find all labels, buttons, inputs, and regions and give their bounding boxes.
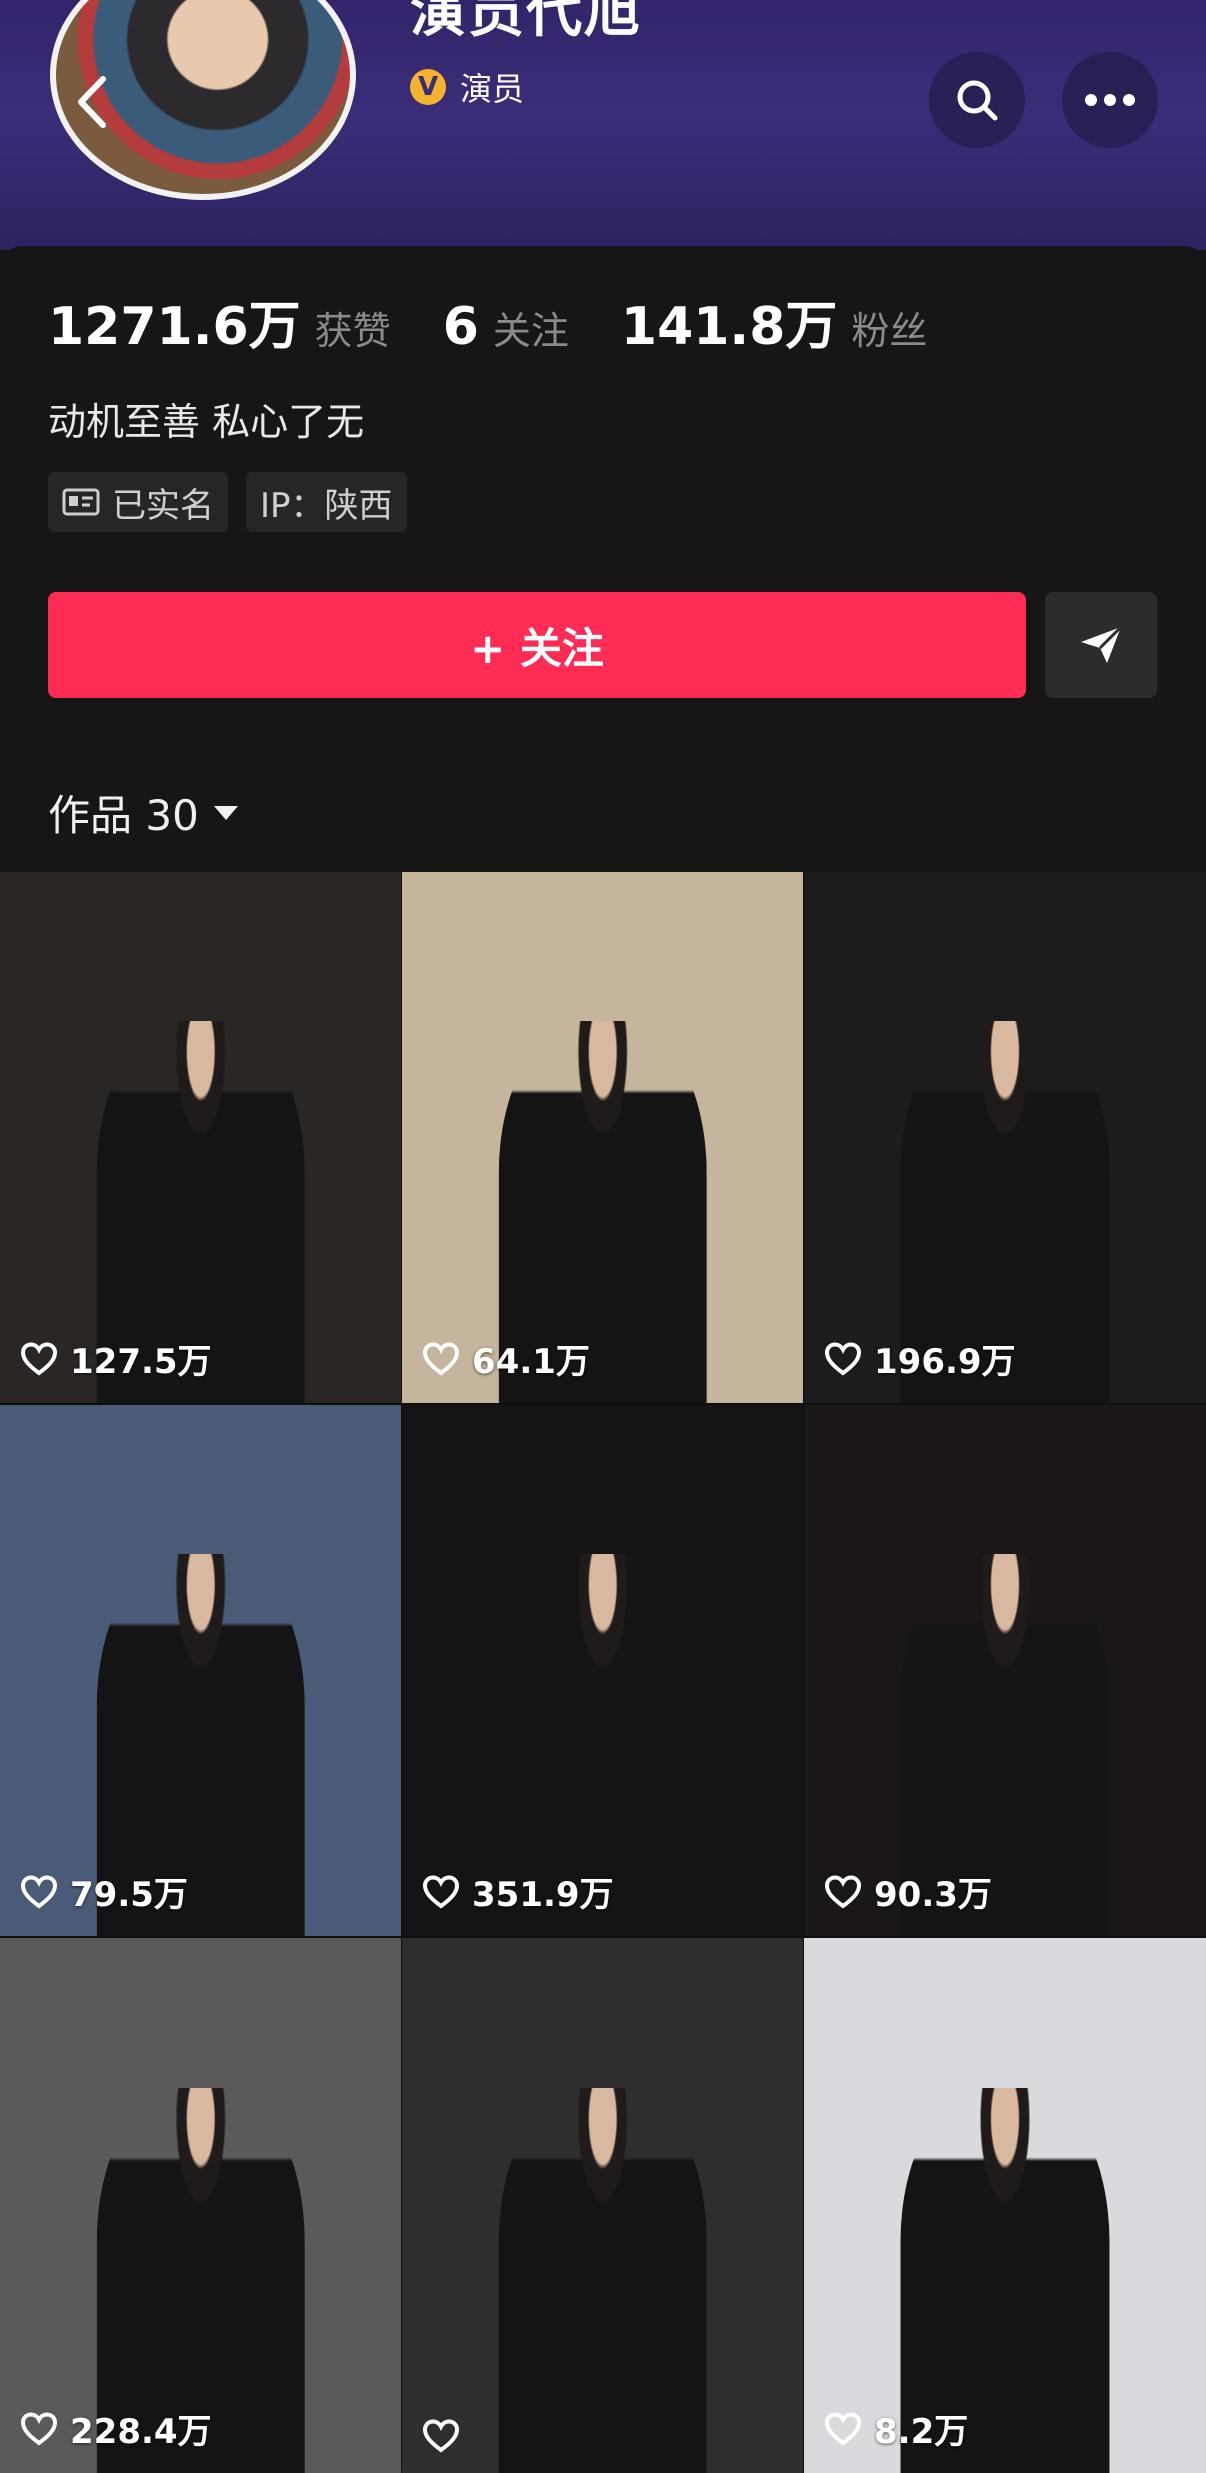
verified-badge-icon: V (410, 69, 446, 105)
heart-icon (422, 2419, 460, 2453)
likes-label: 获赞 (314, 309, 391, 353)
like-count-row (422, 2419, 472, 2453)
ip-location-tag: IP：陕西 (246, 472, 407, 532)
share-button[interactable] (1045, 592, 1157, 698)
like-count-row: 79.5万 (20, 1867, 188, 1916)
id-card-icon (62, 488, 100, 516)
like-count-row: 90.3万 (824, 1867, 992, 1916)
like-count: 351.9万 (472, 1875, 614, 1915)
like-count: 8.2万 (874, 2412, 969, 2452)
like-count: 127.5万 (70, 1342, 212, 1382)
verified-name-tag: 已实名 (48, 472, 228, 532)
heart-icon (824, 1341, 862, 1375)
video-thumbnail[interactable]: 196.9万 (804, 872, 1206, 1403)
verified-name-label: 已实名 (112, 485, 214, 526)
like-count: 90.3万 (874, 1875, 992, 1915)
like-count: 196.9万 (874, 1342, 1016, 1382)
thumbnail-figure (498, 2087, 707, 2473)
like-count-row: 64.1万 (422, 1334, 590, 1383)
follow-button[interactable]: + 关注 (48, 592, 1026, 698)
works-tab[interactable]: 作品 30 (48, 782, 239, 843)
video-thumbnail[interactable] (402, 1938, 803, 2473)
heart-icon (824, 1874, 862, 1908)
verified-label: 演员 (460, 70, 525, 108)
profile-header: 演员代旭 V 演员 (0, 0, 1206, 250)
heart-icon (20, 1874, 58, 1908)
profile-name: 演员代旭 (410, 0, 642, 45)
works-grid: 127.5万 64.1万 196.9万 79.5万 351.9万 90.3万 2… (0, 872, 1206, 2473)
followers-label[interactable]: 粉丝 (851, 300, 927, 355)
video-thumbnail[interactable]: 90.3万 (804, 1405, 1206, 1936)
following-label[interactable]: 关注 (493, 300, 569, 355)
heart-icon (824, 2411, 862, 2445)
like-count-row: 127.5万 (20, 1334, 212, 1383)
likes-count: 1271.6万 (48, 297, 301, 357)
heart-icon (20, 2411, 58, 2445)
following-count[interactable]: 6 (443, 297, 479, 357)
like-count: 228.4万 (70, 2412, 212, 2452)
like-count-row: 228.4万 (20, 2404, 212, 2453)
stats-row: 1271.6万 获赞 6 关注 141.8万 粉丝 (48, 284, 979, 359)
follow-button-label: + 关注 (470, 623, 604, 673)
video-thumbnail[interactable]: 8.2万 (804, 1938, 1206, 2473)
bio-text: 动机至善 私心了无 (48, 400, 365, 444)
like-count-row: 8.2万 (824, 2404, 968, 2453)
video-thumbnail[interactable]: 351.9万 (402, 1405, 803, 1936)
send-icon (1081, 625, 1123, 663)
heart-icon (422, 1341, 460, 1375)
caret-down-icon (213, 805, 238, 820)
ip-location-label: IP：陕西 (260, 485, 393, 526)
like-count-row: 196.9万 (824, 1334, 1016, 1383)
heart-icon (422, 1874, 460, 1908)
search-icon (957, 80, 998, 121)
like-count: 64.1万 (472, 1342, 590, 1382)
video-thumbnail[interactable]: 64.1万 (402, 872, 803, 1403)
back-button[interactable] (64, 66, 120, 138)
search-button[interactable] (929, 52, 1025, 148)
verified-row: V 演员 (410, 64, 524, 110)
like-count-row: 351.9万 (422, 1867, 614, 1916)
chevron-left-icon (78, 76, 106, 128)
works-count-label: 作品 30 (48, 791, 199, 840)
more-icon (1085, 94, 1135, 106)
video-thumbnail[interactable]: 127.5万 (0, 872, 401, 1403)
tag-row: 已实名 IP：陕西 (48, 472, 407, 532)
heart-icon (20, 1341, 58, 1375)
video-thumbnail[interactable]: 79.5万 (0, 1405, 401, 1936)
more-button[interactable] (1062, 52, 1158, 148)
video-thumbnail[interactable]: 228.4万 (0, 1938, 401, 2473)
like-count: 79.5万 (70, 1875, 188, 1915)
profile-panel: 1271.6万 获赞 6 关注 141.8万 粉丝 动机至善 私心了无 已实名 … (0, 246, 1206, 871)
followers-count[interactable]: 141.8万 (621, 284, 837, 359)
